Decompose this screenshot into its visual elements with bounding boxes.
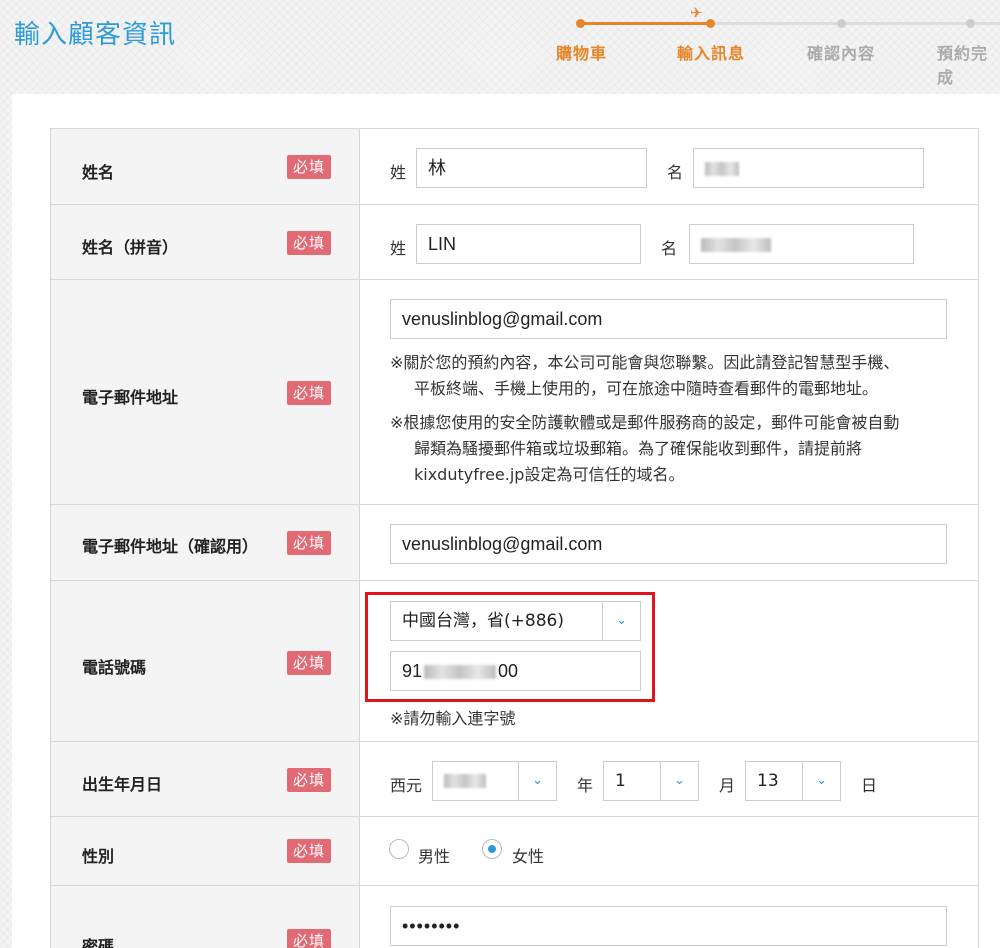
email-input[interactable]: venuslinblog@gmail.com (390, 299, 947, 339)
birth-year-select[interactable]: ⌄ (432, 761, 557, 801)
step-label-complete: 預約完成 (937, 44, 989, 87)
gender-female-radio[interactable] (482, 839, 502, 859)
row-email-confirm: 電子郵件地址（確認用） 必填 venuslinblog@gmail.com (51, 505, 978, 581)
last-name-pinyin-label: 姓 (390, 239, 407, 258)
gender-female-label[interactable]: 女性 (512, 843, 544, 867)
row-gender: 性別 必填 男性 女性 (51, 817, 978, 886)
last-name-label: 姓 (390, 163, 407, 182)
row-name: 姓名 必填 姓 林 名 (51, 129, 978, 205)
era-label: 西元 (390, 776, 423, 795)
airplane-icon: ✈ (690, 4, 703, 22)
email-confirm-input[interactable]: venuslinblog@gmail.com (390, 524, 947, 564)
required-badge: 必填 (287, 651, 332, 675)
email-note-spam: ※根據您使用的安全防護軟體或是郵件服務商的設定，郵件可能會被自動 歸類為騷擾郵件… (390, 413, 900, 484)
step-dot-cart (576, 19, 585, 28)
row-email: 電子郵件地址 必填 venuslinblog@gmail.com ※關於您的預約… (51, 280, 978, 505)
row-name-pinyin: 姓名（拼音） 必填 姓 LIN 名 (51, 205, 978, 280)
customer-form: 姓名 必填 姓 林 名 姓名（拼音） 必填 姓 LIN 名 電子郵件地址 必填 … (50, 128, 979, 948)
first-name-pinyin-label: 名 (661, 239, 678, 258)
chevron-down-icon[interactable]: ⌄ (802, 762, 840, 800)
row-birthday: 出生年月日 必填 西元 ⌄ 年 1 ⌄ 月 13 ⌄ 日 (51, 742, 978, 817)
gender-male-radio[interactable] (389, 839, 409, 859)
day-label: 日 (861, 776, 878, 795)
step-label-confirm: 確認內容 (807, 44, 876, 63)
chevron-down-icon[interactable]: ⌄ (660, 762, 698, 800)
step-dot-complete (966, 19, 975, 28)
phone-highlight-box (365, 592, 655, 702)
first-name-pinyin-input[interactable] (689, 224, 914, 264)
required-badge: 必填 (287, 381, 332, 405)
year-label: 年 (577, 776, 594, 795)
redacted-text (444, 774, 486, 788)
chevron-down-icon[interactable]: ⌄ (518, 762, 556, 800)
name-pinyin-label: 姓名（拼音） (82, 238, 179, 257)
last-name-input[interactable]: 林 (416, 148, 647, 188)
stepper-line-done (580, 22, 711, 25)
password-input[interactable]: •••••••• (390, 906, 947, 946)
step-label-input: 輸入訊息 (677, 44, 746, 63)
first-name-input[interactable] (693, 148, 924, 188)
birth-month-select[interactable]: 1 ⌄ (603, 761, 699, 801)
name-label: 姓名 (82, 163, 115, 182)
redacted-text (705, 162, 739, 177)
step-label-cart: 購物車 (556, 44, 608, 63)
email-note-contact: ※關於您的預約內容，本公司可能會與您聯繫。因此請登記智慧型手機、 平板終端、手機… (390, 353, 900, 398)
required-badge: 必填 (287, 929, 332, 948)
row-password: 密碼 必填 •••••••• (51, 886, 978, 948)
gender-label: 性別 (82, 847, 115, 866)
required-badge: 必填 (287, 531, 332, 555)
required-badge: 必填 (287, 839, 332, 863)
required-badge: 必填 (287, 155, 332, 179)
email-confirm-label: 電子郵件地址（確認用） (82, 537, 259, 556)
month-label: 月 (719, 776, 736, 795)
phone-label: 電話號碼 (82, 658, 147, 677)
stepper-line-pending (711, 22, 1000, 25)
step-dot-confirm (837, 19, 846, 28)
last-name-pinyin-input[interactable]: LIN (416, 224, 641, 264)
gender-male-label[interactable]: 男性 (418, 843, 450, 867)
progress-stepper: ✈ 購物車 輸入訊息 確認內容 預約完成 (0, 0, 1000, 87)
birthday-label: 出生年月日 (82, 775, 163, 794)
redacted-text (701, 238, 771, 253)
step-dot-input (706, 19, 715, 28)
phone-note: ※請勿輸入連字號 (390, 709, 516, 728)
email-label: 電子郵件地址 (82, 388, 179, 407)
birth-day-select[interactable]: 13 ⌄ (745, 761, 841, 801)
first-name-label: 名 (667, 163, 684, 182)
required-badge: 必填 (287, 768, 332, 792)
required-badge: 必填 (287, 231, 332, 255)
password-label: 密碼 (82, 937, 115, 948)
